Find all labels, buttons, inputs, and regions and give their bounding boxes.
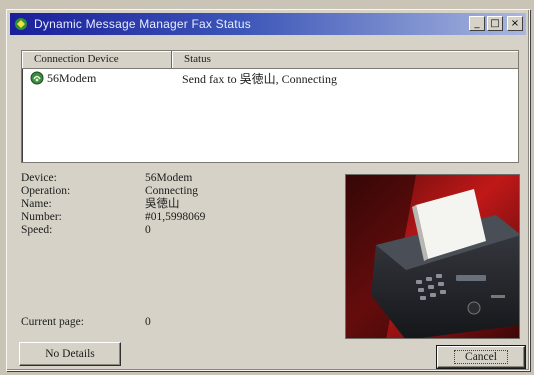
row-status: Send fax to 吳徳山, Connecting <box>182 71 337 86</box>
detail-speed: Speed: 0 <box>21 224 261 237</box>
detail-number: Number: #01,5998069 <box>21 211 261 224</box>
operation-value: Connecting <box>145 185 199 197</box>
fax-machine-image <box>345 174 520 339</box>
name-label: Name: <box>21 198 52 210</box>
current-page-value: 0 <box>145 316 151 328</box>
row-device-cell: 56Modem <box>22 71 172 86</box>
speed-label: Speed: <box>21 224 53 236</box>
device-label: Device: <box>21 172 57 184</box>
column-header-connection-device[interactable]: Connection Device <box>22 51 172 68</box>
number-value: #01,5998069 <box>145 211 206 223</box>
number-label: Number: <box>21 211 62 223</box>
details-panel: Device: 56Modem Operation: Connecting Na… <box>21 172 261 328</box>
minimize-button[interactable]: _ <box>469 16 485 31</box>
operation-label: Operation: <box>21 185 71 197</box>
fax-status-window: Dynamic Message Manager Fax Status _ □ ×… <box>6 9 530 371</box>
minimize-icon: _ <box>474 17 480 29</box>
fax-machine-illustration <box>346 175 519 338</box>
cancel-label: Cancel <box>454 350 508 364</box>
title-bar[interactable]: Dynamic Message Manager Fax Status _ □ × <box>10 13 526 35</box>
maximize-button[interactable]: □ <box>487 16 503 31</box>
detail-name: Name: 吳徳山 <box>21 198 261 211</box>
name-value: 吳徳山 <box>145 198 180 210</box>
detail-operation: Operation: Connecting <box>21 185 261 198</box>
cancel-button[interactable]: Cancel <box>436 345 526 369</box>
app-icon <box>15 18 27 30</box>
window-title: Dynamic Message Manager Fax Status <box>34 17 251 31</box>
list-row[interactable]: 56Modem Send fax to 吳徳山, Connecting <box>22 69 518 87</box>
detail-current-page: Current page: 0 <box>21 316 151 329</box>
speed-value: 0 <box>145 224 151 236</box>
detail-device: Device: 56Modem <box>21 172 261 185</box>
current-page-label: Current page: <box>21 316 84 328</box>
device-value: 56Modem <box>145 172 193 184</box>
window-controls: _ □ × <box>469 16 523 31</box>
row-device-name: 56Modem <box>47 70 97 85</box>
connection-list[interactable]: Connection Device Status 56Modem Send fa… <box>21 50 519 163</box>
column-header-status[interactable]: Status <box>172 51 518 68</box>
close-icon: × <box>510 17 520 29</box>
close-button[interactable]: × <box>507 16 523 31</box>
modem-icon <box>30 71 44 85</box>
list-header: Connection Device Status <box>22 51 518 69</box>
maximize-icon: □ <box>490 17 500 29</box>
no-details-button[interactable]: No Details <box>19 342 121 366</box>
